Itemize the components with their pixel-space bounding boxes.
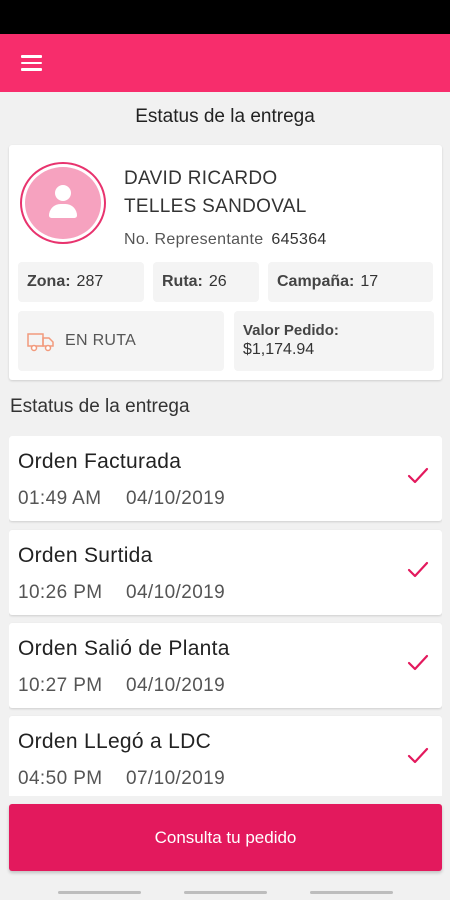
ruta-chip: Ruta: 26	[153, 262, 259, 302]
nav-bar-segment	[310, 891, 393, 894]
timeline-item: Orden Salió de Planta 10:27 PM 04/10/201…	[9, 623, 442, 708]
status-bar	[0, 0, 450, 34]
nav-bar-segment	[184, 891, 267, 894]
campana-label: Campaña:	[277, 273, 355, 290]
timeline-item: Orden LLegó a LDC 04:50 PM 07/10/2019	[9, 716, 442, 796]
timeline-section-title: Estatus de la entrega	[10, 396, 190, 417]
timeline-item-date: 04/10/2019	[126, 488, 226, 509]
checkmark-icon	[407, 654, 429, 671]
hamburger-menu-icon[interactable]	[14, 48, 48, 78]
campana-value: 17	[360, 273, 379, 290]
timeline-item-date: 07/10/2019	[126, 768, 226, 789]
checkmark-icon	[407, 467, 429, 484]
delivery-truck-icon	[27, 333, 54, 352]
order-value-label: Valor Pedido:	[243, 322, 339, 339]
zona-label: Zona:	[27, 273, 71, 290]
representative-name-line2: TELLES SANDOVAL	[124, 196, 307, 217]
delivery-timeline: Orden Facturada 01:49 AM 04/10/2019 Orde…	[9, 436, 442, 796]
timeline-item-date: 04/10/2019	[126, 582, 226, 603]
nav-bar-segment	[58, 891, 141, 894]
checkmark-icon	[407, 747, 429, 764]
timeline-item-title: Orden LLegó a LDC	[18, 730, 212, 753]
consulta-pedido-button[interactable]: Consulta tu pedido	[9, 804, 442, 871]
representative-name-line1: DAVID RICARDO	[124, 168, 278, 189]
ruta-value: 26	[208, 273, 227, 290]
zona-value: 287	[76, 273, 104, 290]
user-avatar-icon	[20, 162, 106, 244]
timeline-item-time: 10:27 PM	[18, 675, 103, 696]
delivery-status-text: EN RUTA	[65, 332, 137, 349]
order-value-chip: Valor Pedido: $1,174.94	[234, 311, 434, 371]
order-value-amount: $1,174.94	[243, 341, 315, 358]
representative-number-row: No. Representante 645364	[124, 231, 327, 249]
timeline-item-time: 10:26 PM	[18, 582, 103, 603]
zona-chip: Zona: 287	[18, 262, 144, 302]
ruta-label: Ruta:	[162, 273, 203, 290]
timeline-item-time: 01:49 AM	[18, 488, 102, 509]
representative-card: DAVID RICARDO TELLES SANDOVAL No. Repres…	[9, 145, 442, 380]
representative-name: DAVID RICARDO TELLES SANDOVAL	[124, 165, 424, 221]
timeline-item-date: 04/10/2019	[126, 675, 226, 696]
timeline-item-time: 04:50 PM	[18, 768, 103, 789]
campana-chip: Campaña: 17	[268, 262, 433, 302]
checkmark-icon	[407, 561, 429, 578]
timeline-item-title: Orden Facturada	[18, 450, 182, 473]
app-bar	[0, 34, 450, 92]
timeline-item: Orden Facturada 01:49 AM 04/10/2019	[9, 436, 442, 521]
representative-number-label: No. Representante	[124, 231, 264, 248]
representative-number-value: 645364	[271, 231, 327, 248]
page-title: Estatus de la entrega	[135, 106, 315, 127]
timeline-item-title: Orden Salió de Planta	[18, 637, 230, 660]
delivery-status-chip: EN RUTA	[18, 311, 224, 371]
timeline-item: Orden Surtida 10:26 PM 04/10/2019	[9, 530, 442, 615]
system-nav-bar	[0, 880, 450, 900]
timeline-item-title: Orden Surtida	[18, 544, 153, 567]
